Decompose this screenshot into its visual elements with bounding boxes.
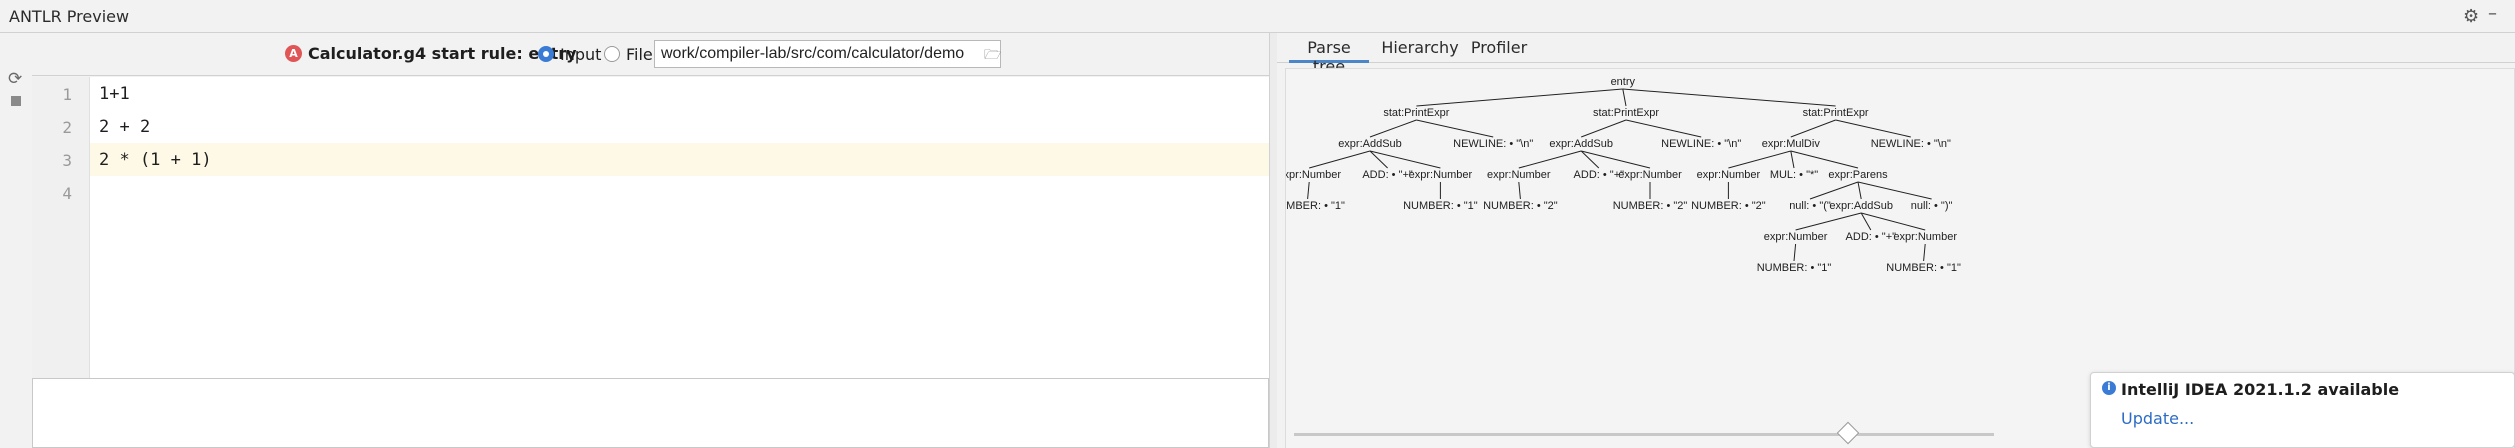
tree-node-label[interactable]: null: • ")" [1911, 200, 1953, 212]
tree-node-label[interactable]: stat:PrintExpr [1803, 107, 1869, 119]
error-icon: A [285, 45, 302, 62]
tree-edge [1307, 181, 1310, 200]
zoom-slider-track[interactable] [1294, 433, 1994, 436]
file-radio[interactable] [604, 46, 620, 62]
tree-node-label[interactable]: ADD: • "+" [1362, 169, 1413, 181]
tree-node-label[interactable]: NUMBER: • "1" [1886, 262, 1961, 274]
stop-icon[interactable] [11, 96, 21, 106]
tree-edge [1790, 119, 1836, 138]
tree-node-label[interactable]: stat:PrintExpr [1383, 107, 1449, 119]
tree-edge [1416, 119, 1494, 138]
input-panel: A Calculator.g4 start rule: entry Input … [32, 33, 1269, 448]
tree-edge [1518, 181, 1521, 200]
tree-node-label[interactable]: NUMBER: • "1" [1403, 200, 1478, 212]
tree-edge [1625, 119, 1702, 138]
tree-edge [1581, 150, 1651, 169]
current-line-highlight [90, 143, 1269, 176]
input-toolbar: A Calculator.g4 start rule: entry Input … [32, 33, 1269, 76]
tree-node-label[interactable]: entry [1611, 76, 1636, 88]
tree-node-label[interactable]: expr:AddSub [1829, 200, 1893, 212]
tree-edge [1622, 88, 1627, 107]
tree-node-label[interactable]: NUMBER: • "2" [1613, 200, 1688, 212]
tree-node-label[interactable]: ADD: • "+" [1574, 169, 1625, 181]
line-number: 4 [62, 184, 72, 203]
update-link[interactable]: Update... [2121, 409, 2194, 428]
tree-edge [1795, 212, 1862, 231]
left-toolbar: ⟳ [0, 33, 32, 448]
tree-edge [1622, 88, 1836, 107]
tree-edge [1793, 243, 1797, 262]
line-number: 3 [62, 151, 72, 170]
tree-node-label[interactable]: expr:Number [1409, 169, 1473, 181]
tree-node-label[interactable]: expr:Number [1764, 231, 1828, 243]
tree-edge [1518, 150, 1582, 169]
tree-node-label[interactable]: NEWLINE: • "\n" [1661, 138, 1741, 150]
tree-node-label[interactable]: expr:AddSub [1338, 138, 1402, 150]
panel-splitter[interactable] [1269, 33, 1277, 448]
tree-node-label[interactable]: expr:Number [1487, 169, 1551, 181]
tree-node-label[interactable]: NEWLINE: • "\n" [1871, 138, 1951, 150]
tree-edge [1369, 150, 1441, 169]
tree-node-label[interactable]: expr:Number [1893, 231, 1957, 243]
window-title: ANTLR Preview [9, 7, 130, 26]
code-line[interactable]: 2 + 2 [99, 117, 150, 137]
tree-node-label[interactable]: expr:Number [1697, 169, 1761, 181]
tree-node-label[interactable]: expr:MulDiv [1762, 138, 1821, 150]
line-number: 1 [62, 85, 72, 104]
tree-edge [1861, 212, 1926, 231]
line-number: 2 [62, 118, 72, 137]
info-icon: i [2102, 381, 2116, 395]
tab-parse-tree[interactable]: Parse tree [1289, 36, 1369, 76]
tree-node-label[interactable]: expr:Parens [1828, 169, 1888, 181]
minimize-icon[interactable]: – [2488, 3, 2497, 24]
tree-edge [1369, 119, 1417, 138]
refresh-icon[interactable]: ⟳ [8, 69, 22, 89]
tree-node-label[interactable]: NUMBER: • "1" [1286, 200, 1345, 212]
title-bar: ANTLR Preview ⚙ – [0, 0, 2515, 33]
tree-node-label[interactable]: NUMBER: • "2" [1691, 200, 1766, 212]
tree-edge [1857, 181, 1932, 200]
tree-node-label[interactable]: stat:PrintExpr [1593, 107, 1659, 119]
tree-edge [1309, 150, 1371, 169]
console-output[interactable] [32, 378, 1269, 448]
tree-edge [1728, 150, 1791, 169]
tree-edge [1835, 119, 1911, 138]
tree-node-label[interactable]: NUMBER: • "1" [1757, 262, 1832, 274]
code-line[interactable]: 1+1 [99, 84, 130, 104]
tree-node-label[interactable]: ADD: • "+" [1846, 231, 1897, 243]
notification-title: IntelliJ IDEA 2021.1.2 available [2121, 380, 2400, 399]
input-radio-label[interactable]: Input [560, 45, 601, 64]
tab-hierarchy[interactable]: Hierarchy [1380, 36, 1460, 63]
code-line[interactable]: 2 * (1 + 1) [99, 150, 212, 170]
tree-node-label[interactable]: NEWLINE: • "\n" [1453, 138, 1533, 150]
tree-edge [1857, 181, 1862, 200]
tree-node-label[interactable]: expr:AddSub [1549, 138, 1613, 150]
gear-icon[interactable]: ⚙ [2463, 6, 2479, 27]
tree-edge [1923, 243, 1926, 262]
tree-node-label[interactable]: expr:Number [1286, 169, 1341, 181]
input-radio[interactable] [538, 46, 554, 62]
tree-edge [1790, 150, 1795, 169]
grammar-start-rule-label: Calculator.g4 start rule: entry [308, 44, 577, 63]
tree-edge [1809, 181, 1859, 200]
input-editor[interactable]: 1 2 3 4 1+1 2 + 2 2 * (1 + 1) [32, 77, 1269, 378]
tree-node-label[interactable]: NUMBER: • "2" [1483, 200, 1558, 212]
tree-edge [1416, 88, 1623, 107]
tree-node-label[interactable]: null: • "(" [1789, 200, 1831, 212]
file-path-field[interactable]: work/compiler-lab/src/com/calculator/dem… [654, 40, 1001, 68]
update-notification: i IntelliJ IDEA 2021.1.2 available Updat… [2090, 372, 2515, 448]
tab-profiler[interactable]: Profiler [1466, 36, 1532, 63]
tree-edge [1581, 119, 1627, 138]
folder-icon[interactable]: 🗁 [984, 44, 1001, 68]
tab-bar: Parse tree Hierarchy Profiler [1277, 33, 2515, 76]
tree-edge [1790, 150, 1859, 169]
file-radio-label[interactable]: File [626, 45, 653, 64]
tree-node-label[interactable]: MUL: • "*" [1770, 169, 1818, 181]
tree-node-label[interactable]: expr:Number [1618, 169, 1682, 181]
